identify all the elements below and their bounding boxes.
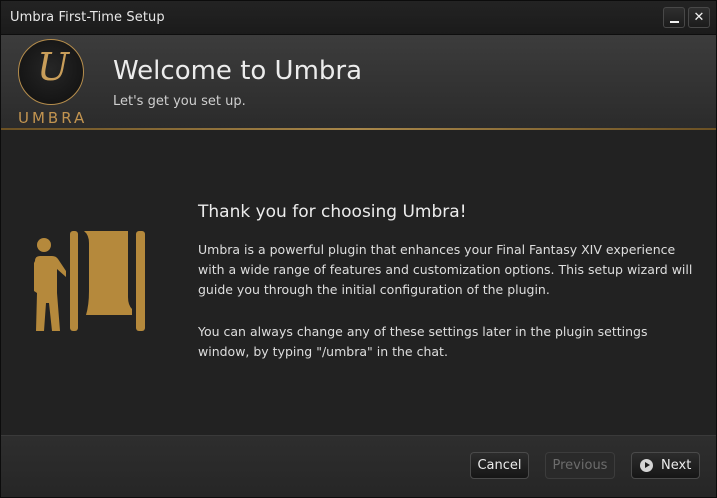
page-title: Welcome to Umbra <box>113 56 363 86</box>
person-entering-door-icon <box>34 231 145 331</box>
settings-note-paragraph: You can always change any of these setti… <box>198 324 648 359</box>
window-title: Umbra First-Time Setup <box>10 10 165 25</box>
close-icon: ✕ <box>693 10 705 25</box>
title-bar[interactable]: Umbra First-Time Setup ✕ <box>1 1 716 35</box>
welcome-heading: Thank you for choosing Umbra! <box>198 202 467 222</box>
next-button-label: Next <box>661 458 692 473</box>
close-button[interactable]: ✕ <box>688 7 710 28</box>
next-button[interactable]: Next <box>631 452 700 479</box>
intro-paragraph: Umbra is a powerful plugin that enhances… <box>198 242 693 297</box>
minimize-button[interactable] <box>663 7 685 28</box>
cancel-button[interactable]: Cancel <box>470 452 529 479</box>
previous-button[interactable]: Previous <box>545 452 615 479</box>
page-subtitle: Let's get you set up. <box>113 94 246 109</box>
minimize-icon <box>670 21 679 23</box>
logo-monogram: U <box>37 45 70 89</box>
logo-wordmark: UMBRA <box>18 109 88 127</box>
chevron-right-circle-icon <box>640 459 653 472</box>
setup-window: Umbra First-Time Setup ✕ U UMBRA Welcome… <box>0 0 717 498</box>
